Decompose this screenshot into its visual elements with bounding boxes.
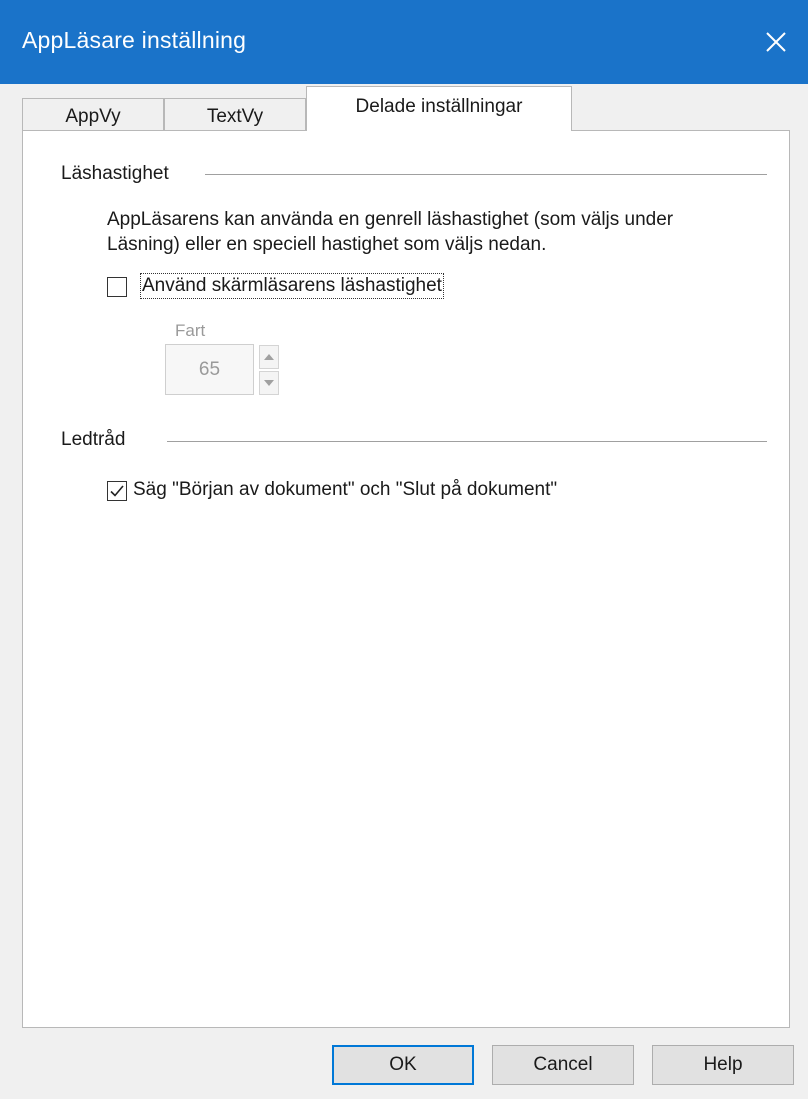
speed-input[interactable]: 65 [165,344,254,395]
tab-label: AppVy [65,106,121,127]
use-screenreader-speed-checkbox[interactable] [107,277,127,297]
close-icon [766,32,786,52]
speed-up-button[interactable] [259,345,279,369]
cancel-button[interactable]: Cancel [492,1045,634,1085]
say-document-checkbox[interactable] [107,481,127,501]
window-title: AppLäsare inställning [22,27,247,53]
close-button[interactable] [744,0,808,84]
title-bar: AppLäsare inställning [0,0,808,84]
checkmark-icon [110,485,124,497]
tab-delade-installningar[interactable]: Delade inställningar [306,86,572,131]
speed-label: Fart [175,321,206,340]
speed-down-button[interactable] [259,371,279,395]
say-document-label[interactable]: Säg "Början av dokument" och "Slut på do… [133,479,557,501]
tab-panel: Läshastighet AppLäsarens kan använda en … [22,130,790,1028]
tab-label: Delade inställningar [355,96,523,117]
group-label-hint: Ledtråd [61,429,126,450]
arrow-down-icon [264,380,274,386]
group-label-reading-speed: Läshastighet [61,163,169,184]
group-divider [167,441,767,442]
ok-button[interactable]: OK [332,1045,474,1085]
use-screenreader-speed-label[interactable]: Använd skärmläsarens läshastighet [140,273,444,299]
reading-speed-description: AppLäsarens kan använda en genrell läsha… [107,209,674,255]
tab-textvy[interactable]: TextVy [164,98,306,130]
group-divider [205,174,767,175]
tab-label: TextVy [206,106,264,127]
arrow-up-icon [264,354,274,360]
help-button[interactable]: Help [652,1045,794,1085]
tab-appvy[interactable]: AppVy [22,98,164,130]
